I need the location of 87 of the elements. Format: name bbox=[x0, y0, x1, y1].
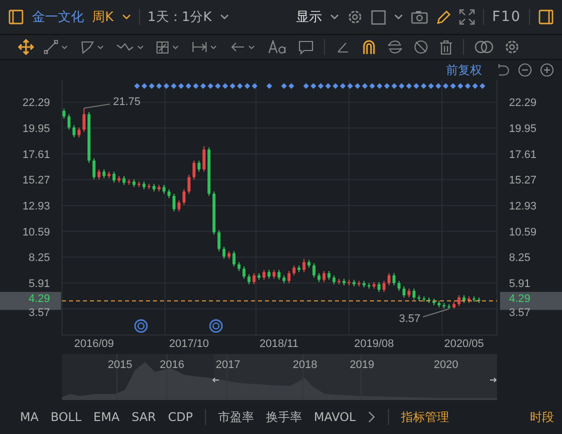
candlestick bbox=[292, 264, 296, 276]
candlestick bbox=[78, 126, 80, 138]
candlestick bbox=[92, 158, 96, 180]
indicator-tab[interactable]: MA bbox=[20, 410, 39, 424]
candlestick bbox=[312, 262, 316, 278]
candlestick bbox=[242, 266, 246, 280]
period-selector[interactable]: 周K bbox=[92, 8, 114, 26]
y-axis-label: 8.25 bbox=[28, 252, 50, 264]
indicator-tab[interactable]: BOLL bbox=[50, 410, 82, 424]
year-label: 2017 bbox=[216, 359, 240, 371]
candlestick bbox=[402, 286, 406, 298]
interval-selector[interactable]: 1天：1分K bbox=[148, 8, 212, 26]
candlestick bbox=[378, 282, 380, 292]
candlestick bbox=[182, 188, 186, 206]
y-axis-label: 3.57 bbox=[28, 306, 50, 319]
y-axis-label: 12.93 bbox=[509, 200, 537, 213]
candlestick bbox=[388, 272, 390, 286]
candlestick bbox=[392, 272, 396, 286]
price-value: 4.29 bbox=[28, 292, 50, 305]
candlestick bbox=[188, 174, 190, 194]
candlestick bbox=[252, 272, 256, 285]
indicator-tab[interactable]: SAR bbox=[132, 410, 156, 424]
y-axis-label: 10.59 bbox=[22, 226, 50, 238]
candlestick bbox=[398, 280, 400, 292]
annotation: 21.75 bbox=[113, 96, 141, 108]
candlestick bbox=[248, 274, 250, 285]
display-menu[interactable]: 显示 bbox=[296, 8, 322, 26]
y-axis-label: 8.25 bbox=[509, 252, 530, 264]
candlestick bbox=[68, 114, 70, 130]
f10-button[interactable]: F10 bbox=[492, 9, 521, 25]
stock-name[interactable]: 金一文化 bbox=[32, 8, 84, 26]
indicator-tab[interactable]: EMA bbox=[93, 410, 120, 424]
candlestick bbox=[72, 124, 76, 138]
indicator-tab[interactable]: 市盈率 bbox=[218, 408, 254, 426]
indicator-manage-button[interactable]: 指标管理 bbox=[400, 408, 449, 426]
candlestick bbox=[322, 270, 326, 283]
candlestick bbox=[178, 200, 180, 212]
candlestick bbox=[232, 250, 236, 268]
y-axis-label: 19.95 bbox=[509, 123, 537, 136]
candlestick bbox=[62, 108, 66, 120]
price-value: 4.29 bbox=[509, 292, 530, 305]
candlestick bbox=[222, 246, 226, 260]
y-axis-label: 3.57 bbox=[509, 306, 530, 319]
candlestick bbox=[98, 168, 100, 180]
x-axis-label: 2019/08 bbox=[354, 338, 394, 350]
indicator-tab[interactable]: CDP bbox=[168, 410, 193, 424]
y-axis-label: 22.29 bbox=[22, 97, 50, 110]
candlestick bbox=[198, 160, 200, 172]
adjustment-selector[interactable]: 前复权 bbox=[446, 62, 482, 78]
candlestick bbox=[112, 171, 116, 184]
x-axis-label: 2017/10 bbox=[169, 338, 209, 350]
y-axis-label: 15.27 bbox=[22, 174, 50, 187]
y-axis-label: 12.93 bbox=[22, 200, 50, 213]
y-axis-label: 17.61 bbox=[509, 148, 537, 161]
min-callout: 3.57 bbox=[399, 308, 450, 325]
y-axis-label: 22.29 bbox=[509, 97, 537, 110]
year-label: 2018 bbox=[292, 359, 318, 371]
x-axis-label: 2016/09 bbox=[74, 338, 114, 350]
year-label: 2016 bbox=[160, 359, 184, 371]
y-axis-label: 17.61 bbox=[22, 148, 50, 161]
candlestick bbox=[458, 294, 460, 307]
candlestick bbox=[288, 270, 290, 284]
candlestick bbox=[82, 108, 86, 132]
y-axis-label: 5.91 bbox=[509, 278, 530, 290]
indicator-tab[interactable]: MAVOL bbox=[314, 410, 356, 424]
x-axis-label: 2018/11 bbox=[260, 338, 298, 350]
candlestick bbox=[262, 269, 266, 280]
y-axis-label: 10.59 bbox=[509, 226, 537, 238]
y-axis-label: 19.95 bbox=[22, 123, 50, 136]
x-axis-label: 2020/05 bbox=[444, 338, 484, 350]
candlestick bbox=[202, 146, 206, 172]
y-axis-label: 15.27 bbox=[509, 174, 537, 187]
y-axis-label: 5.91 bbox=[28, 278, 50, 290]
indicator-tab[interactable]: 换手率 bbox=[266, 408, 302, 426]
candlestick bbox=[302, 258, 306, 273]
year-label: 2020 bbox=[434, 359, 458, 371]
candlestick bbox=[412, 288, 416, 300]
period-button[interactable]: 时段 bbox=[530, 408, 554, 426]
candlestick bbox=[278, 269, 280, 280]
year-label: 2015 bbox=[108, 359, 132, 371]
candlestick bbox=[382, 280, 386, 292]
candlestick bbox=[172, 193, 176, 212]
annotation: 3.57 bbox=[399, 312, 420, 325]
candlestick bbox=[192, 160, 196, 180]
year-label: 2019 bbox=[350, 359, 374, 371]
candlestick bbox=[218, 230, 220, 252]
max-callout: 21.75 bbox=[84, 96, 141, 109]
